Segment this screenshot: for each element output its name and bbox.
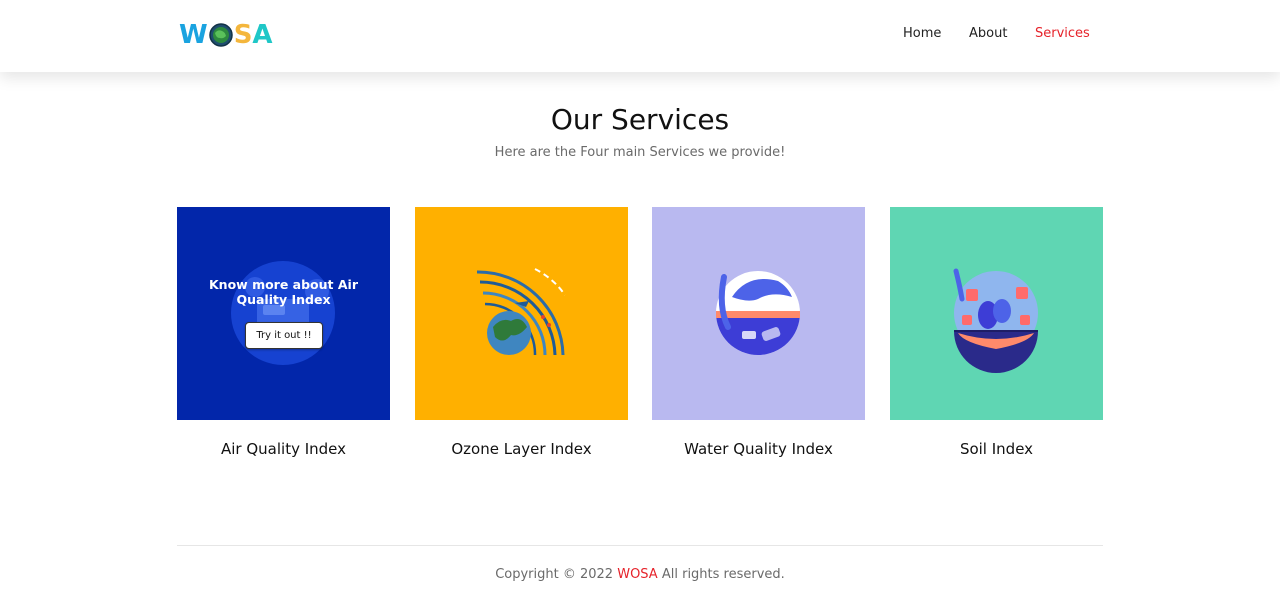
page-subtitle: Here are the Four main Services we provi…: [494, 145, 786, 160]
site-header: W S A Home About Services: [0, 0, 1280, 72]
globe-logo-icon: [208, 23, 233, 47]
page-title: Our Services: [550, 103, 730, 136]
card-label-ozone-layer: Ozone Layer Index: [451, 440, 592, 458]
try-it-out-button[interactable]: Try it out !!: [245, 322, 323, 349]
logo-letter-s: S: [233, 20, 253, 50]
card-hover-text: Know more about Air Quality Index: [209, 277, 358, 307]
service-card-water-quality[interactable]: [652, 207, 865, 420]
service-card-soil[interactable]: [890, 207, 1103, 420]
copyright-prefix: Copyright © 2022: [495, 567, 614, 582]
card-label-water-quality: Water Quality Index: [684, 440, 833, 458]
logo-letter-a: A: [252, 20, 273, 50]
wosa-logo[interactable]: W S A: [179, 20, 273, 50]
nav-home-link[interactable]: Home: [903, 26, 941, 41]
air-quality-illustration-icon: [231, 261, 335, 365]
nav-services-link[interactable]: Services: [1035, 26, 1090, 41]
footer-copyright: Copyright © 2022 WOSA All rights reserve…: [0, 567, 1280, 582]
service-card-air-quality[interactable]: Know more about Air Quality Index Try it…: [177, 207, 390, 420]
service-card-ozone-layer[interactable]: [415, 207, 628, 420]
card-label-air-quality: Air Quality Index: [220, 440, 347, 458]
logo-letter-w: W: [179, 20, 208, 50]
footer-brand-link[interactable]: WOSA: [617, 567, 657, 582]
nav-about-link[interactable]: About: [969, 26, 1007, 41]
copyright-suffix: All rights reserved.: [661, 567, 785, 582]
soil-illustration-icon: [953, 268, 1038, 373]
ozone-layer-illustration-icon: [476, 268, 566, 356]
footer-divider: [177, 545, 1103, 546]
water-quality-illustration-icon: [716, 271, 800, 355]
card-label-soil: Soil Index: [959, 440, 1034, 458]
